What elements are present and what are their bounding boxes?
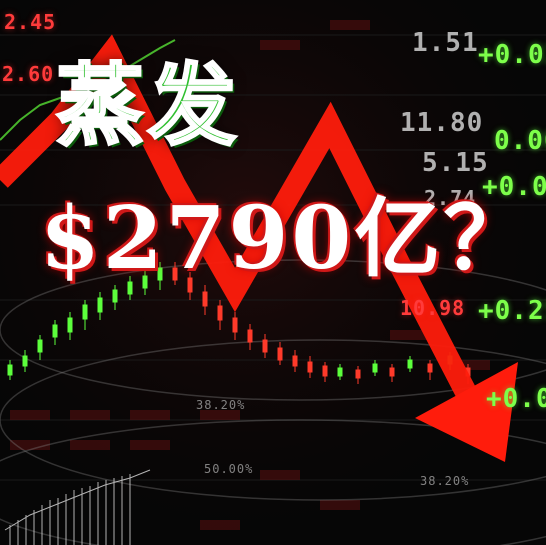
percent-label-2: 50.00% bbox=[204, 462, 254, 476]
ticker-mid-2: 11.80 bbox=[400, 108, 484, 138]
ticker-mid-3: 5.15 bbox=[422, 148, 489, 178]
stock-market-graphic: 2.45 2.60 1.51 11.80 5.15 2.74 10.98 +0.… bbox=[0, 0, 546, 545]
ticker-mid-5: 10.98 bbox=[400, 296, 466, 320]
ticker-right-2: 0.00 bbox=[494, 126, 546, 156]
ticker-mid-1: 1.51 bbox=[412, 28, 479, 58]
ticker-left-1: 2.45 bbox=[4, 10, 57, 34]
percent-label-1: 38.20% bbox=[196, 398, 246, 412]
headline-evaporate: 蒸发 bbox=[54, 54, 241, 157]
ticker-right-4: +0.25 bbox=[478, 296, 546, 326]
ticker-right-1: +0.03 bbox=[478, 40, 546, 70]
ticker-right-5: +0.01 bbox=[486, 384, 546, 414]
headline-amount: $2790亿？ bbox=[40, 188, 533, 289]
percent-label-3: 38.20% bbox=[420, 474, 470, 488]
ticker-left-2: 2.60 bbox=[2, 62, 55, 86]
